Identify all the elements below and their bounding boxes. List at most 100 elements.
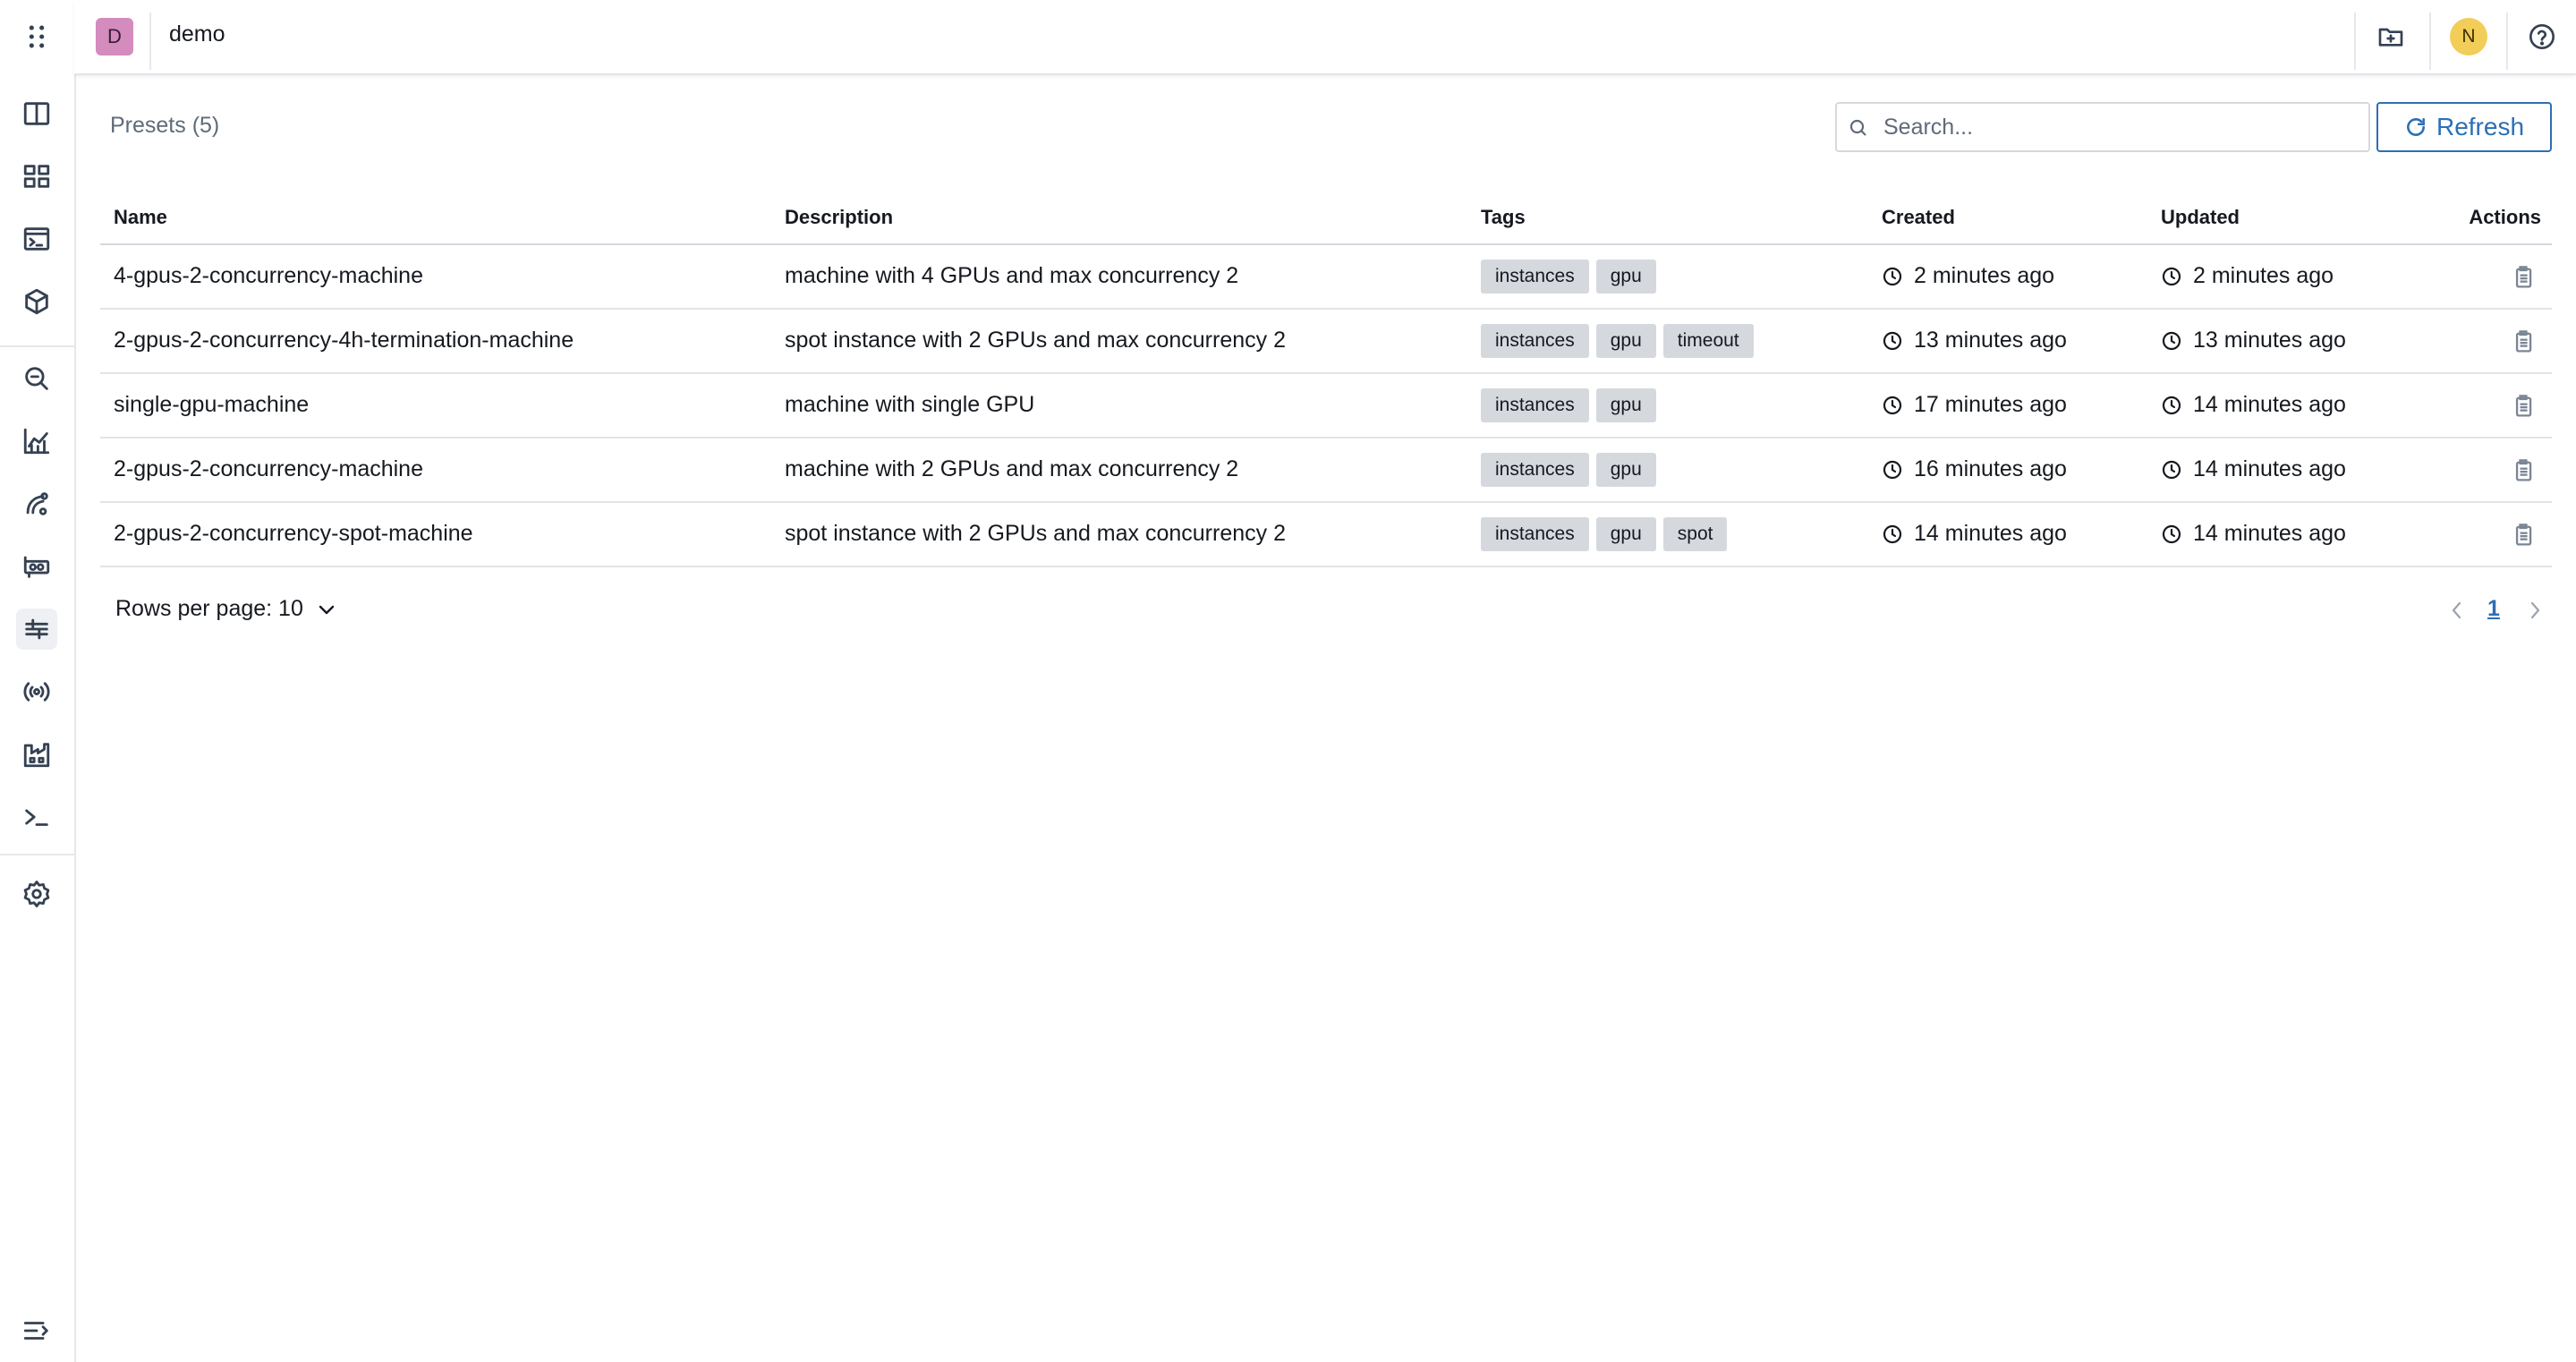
- preset-name[interactable]: 2-gpus-2-concurrency-spot-machine: [114, 521, 473, 547]
- updated-time-label: 14 minutes ago: [2193, 456, 2346, 481]
- dashboard-icon[interactable]: [16, 156, 57, 197]
- created-time-label: 17 minutes ago: [1914, 392, 2067, 417]
- previous-page-button[interactable]: [2444, 598, 2470, 623]
- preset-name[interactable]: single-gpu-machine: [114, 392, 309, 418]
- chevron-right-icon: [2530, 601, 2540, 619]
- updated-time-label: 2 minutes ago: [2193, 263, 2334, 288]
- table-row[interactable]: single-gpu-machine machine with single GP…: [100, 374, 2552, 438]
- rows-per-page-label: Rows per page: 10: [115, 596, 303, 621]
- project-avatar[interactable]: D: [96, 18, 133, 55]
- metrics-chart-icon[interactable]: [16, 421, 57, 462]
- updated-time: 14 minutes ago: [2161, 521, 2346, 547]
- column-header-created[interactable]: Created: [1882, 206, 1955, 229]
- search-zoom-icon[interactable]: [16, 358, 57, 399]
- table-header: Name Description Tags Created Updated Ac…: [100, 195, 2552, 245]
- refresh-button[interactable]: Refresh: [2376, 102, 2552, 152]
- chevron-left-icon: [2452, 601, 2461, 619]
- search-box[interactable]: [1835, 102, 2370, 152]
- copy-preset-icon[interactable]: [2507, 261, 2539, 294]
- next-page-button[interactable]: [2522, 598, 2547, 623]
- updated-time: 14 minutes ago: [2161, 392, 2346, 418]
- preset-name[interactable]: 2-gpus-2-concurrency-4h-termination-mach…: [114, 328, 574, 353]
- tag-list: instances gpu: [1481, 453, 1656, 487]
- layout-panels-icon[interactable]: [16, 93, 57, 134]
- copy-preset-icon[interactable]: [2507, 455, 2539, 487]
- tag-list: instances gpu spot: [1481, 517, 1728, 551]
- created-time: 16 minutes ago: [1882, 456, 2067, 482]
- updated-time-label: 14 minutes ago: [2193, 521, 2346, 546]
- table-row[interactable]: 4-gpus-2-concurrency-machine machine with…: [100, 245, 2552, 310]
- clock-icon: [1883, 396, 1902, 414]
- factory-icon[interactable]: [16, 734, 57, 775]
- left-sidebar: [0, 0, 76, 1362]
- tag-list: instances gpu: [1481, 260, 1656, 294]
- copy-preset-icon[interactable]: [2507, 390, 2539, 422]
- help-icon[interactable]: [2521, 16, 2563, 57]
- fleet-icon[interactable]: [16, 483, 57, 524]
- clock-icon: [2162, 396, 2181, 414]
- clock-icon: [2162, 460, 2181, 479]
- table-row[interactable]: 2-gpus-2-concurrency-spot-machine spot in…: [100, 503, 2552, 567]
- settings-gear-icon[interactable]: [16, 873, 57, 915]
- gpu-card-icon[interactable]: [16, 546, 57, 587]
- table-row[interactable]: 2-gpus-2-concurrency-machine machine with…: [100, 438, 2552, 503]
- preset-description: spot instance with 2 GPUs and max concur…: [785, 521, 1286, 546]
- package-icon[interactable]: [16, 281, 57, 322]
- preset-description: machine with 2 GPUs and max concurrency …: [785, 456, 1239, 481]
- preset-name[interactable]: 4-gpus-2-concurrency-machine: [114, 263, 423, 289]
- add-folder-icon[interactable]: [2370, 16, 2411, 57]
- tag-badge: instances: [1481, 388, 1589, 422]
- updated-time: 2 minutes ago: [2161, 263, 2334, 289]
- column-header-description[interactable]: Description: [785, 206, 893, 229]
- apps-grid-icon[interactable]: [16, 16, 57, 57]
- console-prompt-icon[interactable]: [16, 796, 57, 838]
- created-time-label: 14 minutes ago: [1914, 521, 2067, 546]
- column-header-tags[interactable]: Tags: [1481, 206, 1526, 229]
- clock-icon: [2162, 267, 2181, 285]
- tag-badge: gpu: [1595, 324, 1656, 358]
- search-input[interactable]: [1883, 104, 2358, 150]
- copy-preset-icon[interactable]: [2507, 519, 2539, 551]
- search-icon: [1849, 119, 1866, 136]
- tag-badge: instances: [1481, 324, 1589, 358]
- tag-badge: instances: [1481, 517, 1589, 551]
- tag-list: instances gpu: [1481, 388, 1656, 422]
- table-row[interactable]: 2-gpus-2-concurrency-4h-termination-mach…: [100, 310, 2552, 374]
- clock-icon: [1883, 460, 1902, 479]
- top-header: D demo N: [74, 0, 2576, 75]
- page-number-1[interactable]: 1: [2487, 596, 2500, 622]
- column-header-actions: Actions: [2469, 206, 2541, 228]
- refresh-icon: [2407, 118, 2425, 136]
- user-avatar[interactable]: N: [2450, 18, 2487, 55]
- rows-per-page-select[interactable]: Rows per page: 10: [115, 596, 337, 622]
- collapse-menu-icon[interactable]: [16, 1310, 57, 1351]
- clock-icon: [2162, 524, 2181, 543]
- terminal-window-icon[interactable]: [16, 218, 57, 260]
- project-name[interactable]: demo: [169, 21, 225, 47]
- presets-icon[interactable]: [16, 609, 57, 650]
- tag-badge: gpu: [1595, 388, 1656, 422]
- page-title: Presets (5): [110, 113, 220, 138]
- signal-icon[interactable]: [16, 671, 57, 712]
- tag-list: instances gpu timeout: [1481, 324, 1754, 358]
- column-header-name[interactable]: Name: [114, 206, 167, 229]
- tag-badge: instances: [1481, 260, 1589, 294]
- created-time-label: 2 minutes ago: [1914, 263, 2055, 288]
- preset-name[interactable]: 2-gpus-2-concurrency-machine: [114, 456, 423, 482]
- tag-badge: timeout: [1662, 324, 1754, 358]
- tag-badge: gpu: [1595, 517, 1656, 551]
- copy-preset-icon[interactable]: [2507, 326, 2539, 358]
- updated-time-label: 13 minutes ago: [2193, 328, 2346, 353]
- clock-icon: [1883, 267, 1902, 285]
- created-time: 17 minutes ago: [1882, 392, 2067, 418]
- table-body: 4-gpus-2-concurrency-machine machine with…: [100, 245, 2552, 567]
- tag-badge: gpu: [1595, 260, 1656, 294]
- chevron-down-icon: [319, 605, 335, 614]
- preset-description: spot instance with 2 GPUs and max concur…: [785, 328, 1286, 353]
- clock-icon: [1883, 331, 1902, 350]
- updated-time: 14 minutes ago: [2161, 456, 2346, 482]
- column-header-updated[interactable]: Updated: [2161, 206, 2240, 229]
- tag-badge: gpu: [1595, 453, 1656, 487]
- updated-time-label: 14 minutes ago: [2193, 392, 2346, 417]
- clock-icon: [1883, 524, 1902, 543]
